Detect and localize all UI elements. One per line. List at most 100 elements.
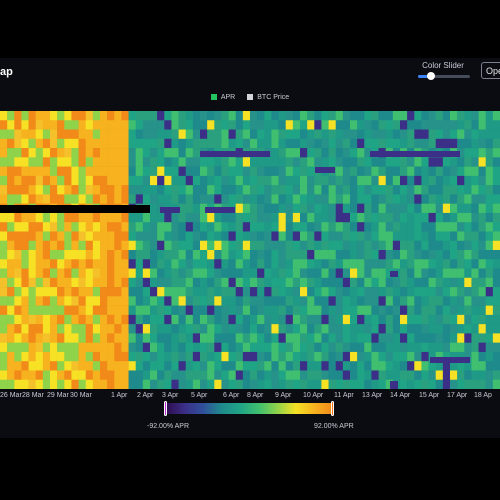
heatmap-cell [71, 314, 79, 325]
heatmap-cell [450, 222, 458, 232]
heatmap-cell [121, 324, 129, 334]
heatmap-cell [14, 120, 22, 130]
heatmap-cell [385, 351, 394, 362]
heatmap-cell [250, 157, 258, 167]
heatmap-cell [178, 120, 187, 130]
heatmap-cell [271, 175, 279, 186]
heatmap-cell [350, 120, 358, 130]
heatmap-cell [28, 333, 37, 343]
color-slider-thumb[interactable] [427, 72, 435, 80]
heatmap-cell [400, 157, 408, 167]
heatmap-cell [157, 185, 165, 195]
heatmap-cell [300, 379, 308, 389]
colorbar-min-handle[interactable] [164, 401, 167, 416]
heatmap-cell [42, 222, 51, 232]
heatmap-cell [242, 351, 251, 362]
heatmap-cell [257, 175, 265, 186]
heatmap-cell-low [430, 357, 470, 363]
heatmap-cell [142, 212, 151, 223]
heatmap-cell [471, 361, 479, 371]
heatmap-cell [164, 305, 172, 316]
heatmap-cell [471, 203, 479, 214]
heatmap-cell [285, 268, 294, 279]
heatmap-cell [150, 157, 158, 167]
heatmap-cell [121, 166, 129, 177]
heatmap-cell [357, 175, 365, 186]
heatmap-cell [300, 259, 308, 269]
heatmap-cell [428, 138, 437, 149]
heatmap-cell [50, 333, 58, 343]
heatmap-cell [100, 296, 108, 306]
heatmap-cell [364, 231, 372, 242]
heatmap-cell [164, 379, 172, 389]
color-slider[interactable] [418, 72, 470, 80]
heatmap-cell [85, 194, 94, 204]
heatmap-cell [178, 157, 187, 167]
colorbar[interactable] [166, 403, 333, 414]
heatmap-cell [478, 231, 487, 242]
heatmap-cell [42, 166, 51, 177]
heatmap-cell [278, 166, 287, 177]
heatmap-cell [392, 203, 401, 214]
heatmap-cell [250, 175, 258, 186]
heatmap-cell [214, 296, 222, 306]
heatmap-cell [428, 240, 437, 251]
heatmap-cell [85, 314, 94, 325]
heatmap-cell [371, 203, 379, 214]
heatmap-cell [57, 129, 65, 140]
legend-item-btc-price[interactable]: BTC Price [247, 94, 289, 101]
colorbar-max-handle[interactable] [331, 401, 334, 416]
heatmap-cell [485, 250, 494, 260]
heatmap-cell [250, 268, 258, 279]
heatmap-cell [221, 231, 229, 242]
heatmap-cell [14, 111, 22, 121]
heatmap-cell [214, 222, 222, 232]
heatmap-cell [300, 333, 308, 343]
heatmap-cell [307, 166, 315, 177]
heatmap-cell [342, 240, 351, 251]
heatmap-cell [121, 222, 129, 232]
heatmap-cell [357, 148, 365, 158]
heatmap-cell [192, 361, 201, 371]
heatmap-cell [357, 296, 365, 306]
heatmap-cell [185, 148, 194, 158]
heatmap-cell [450, 314, 458, 325]
heatmap-cell [128, 129, 137, 140]
heatmap-cell [457, 305, 465, 316]
heatmap-cell [371, 240, 379, 251]
heatmap-cell [50, 379, 58, 389]
heatmap-cell [142, 120, 151, 130]
heatmap-cell [64, 222, 72, 232]
legend-item-apr[interactable]: APR [210, 94, 235, 101]
heatmap-cell [342, 194, 351, 204]
heatmap-cell [307, 277, 315, 288]
heatmap-cell [0, 120, 8, 130]
heatmap-cell [0, 185, 8, 195]
open-button[interactable]: Ope [481, 62, 500, 79]
heatmap-cell [92, 212, 101, 223]
heatmap-cell [435, 379, 444, 389]
heatmap-cell [157, 277, 165, 288]
heatmap-cell [471, 185, 479, 195]
heatmap-cell [314, 120, 322, 130]
heatmap-cell [278, 185, 287, 195]
heatmap-cell [200, 138, 208, 149]
heatmap-cell [142, 185, 151, 195]
heatmap-cell [50, 111, 58, 121]
heatmap-cell [492, 296, 500, 306]
heatmap-cell [335, 342, 344, 353]
heatmap-cell [200, 305, 208, 316]
heatmap-cell [171, 305, 179, 316]
heatmap-cell [35, 222, 44, 232]
heatmap-cell [292, 250, 301, 260]
heatmap-cell [107, 296, 115, 306]
heatmap[interactable] [0, 111, 500, 389]
heatmap-cell [42, 305, 51, 316]
page-title: ap [0, 66, 13, 78]
heatmap-cell [428, 370, 437, 381]
heatmap-cell [342, 203, 351, 214]
heatmap-cell [271, 148, 279, 158]
heatmap-cell [7, 324, 15, 334]
heatmap-cell [150, 166, 158, 177]
heatmap-cell [185, 194, 194, 204]
